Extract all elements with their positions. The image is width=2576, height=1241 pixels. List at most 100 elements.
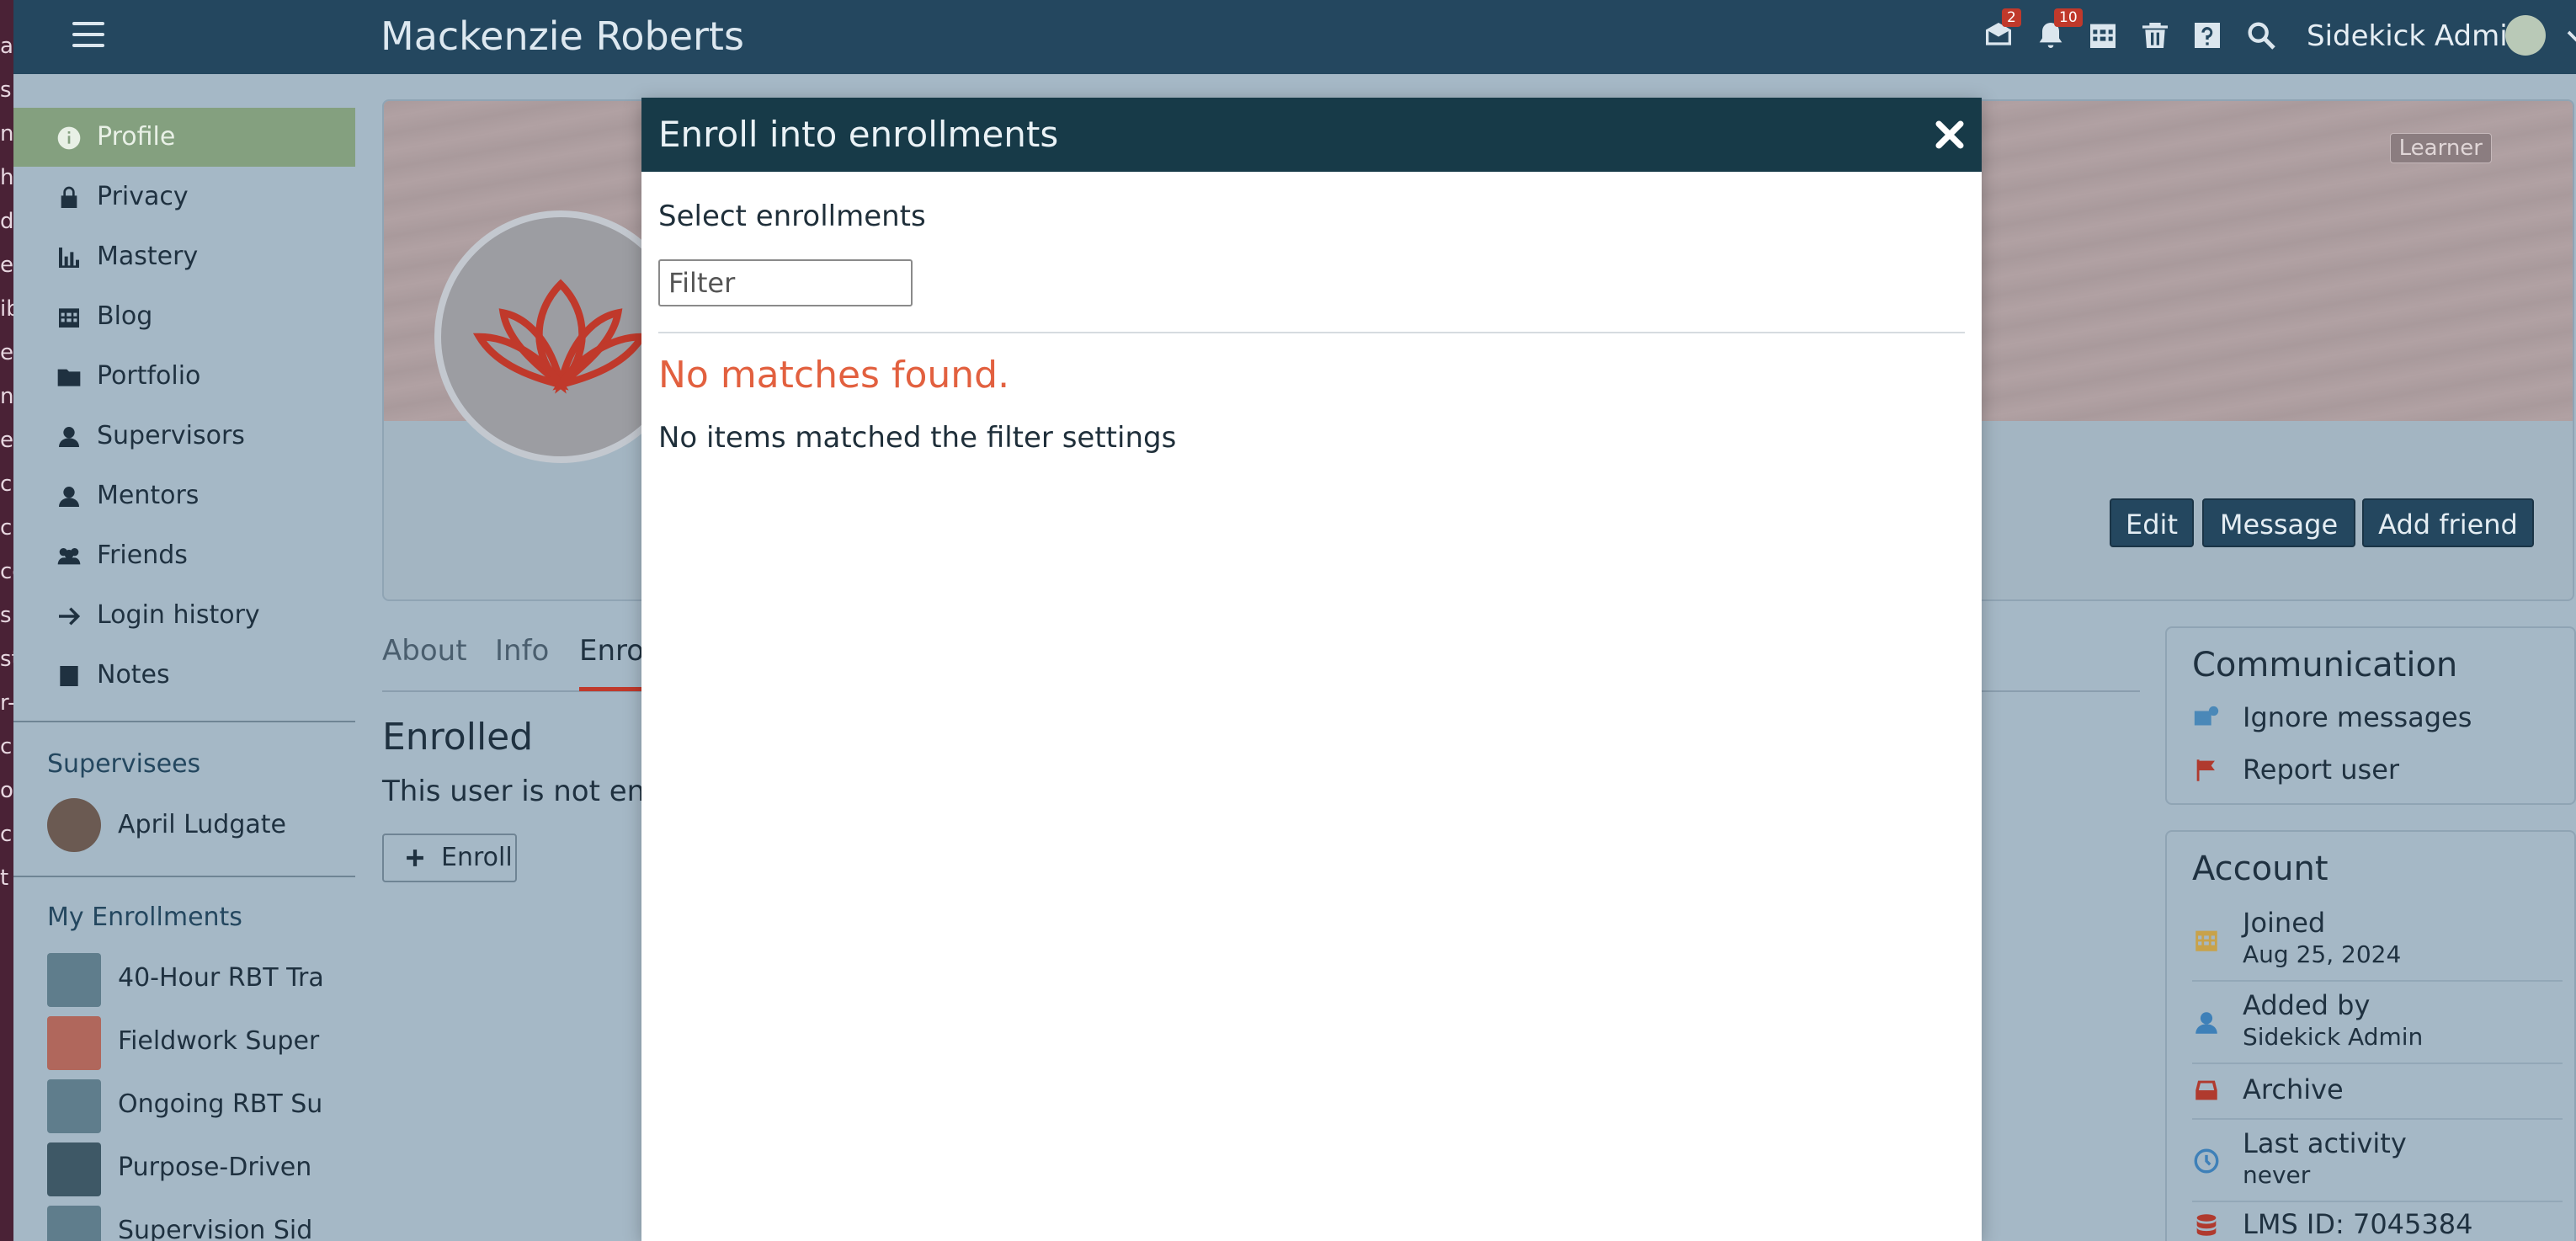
clock-icon — [2192, 1147, 2221, 1175]
background-text-fragment: d — [0, 209, 13, 234]
enrollment-thumbnail[interactable] — [47, 1016, 101, 1070]
sidebar-item-label: Blog — [97, 301, 153, 331]
sidebar-item-profile[interactable]: Profile — [13, 108, 355, 167]
edit-button[interactable]: Edit — [2110, 498, 2194, 547]
account-divider — [2192, 980, 2563, 982]
sidebar-item-friends[interactable]: Friends — [13, 526, 355, 585]
sidebar-item-mastery[interactable]: Mastery — [13, 227, 355, 286]
arrow-right-icon — [56, 603, 82, 630]
enrolled-heading: Enrolled — [382, 716, 534, 759]
chevron-down-icon[interactable] — [2564, 24, 2576, 49]
notifications-badge: 10 — [2054, 8, 2083, 27]
user-name[interactable]: Sidekick Admin — [2307, 17, 2525, 56]
add-friend-button[interactable]: Add friend — [2362, 498, 2534, 547]
enroll-button[interactable]: Enroll — [382, 834, 517, 882]
enrollment-item[interactable]: Fieldwork Super — [118, 1025, 319, 1058]
background-text-fragment: ac — [0, 34, 13, 59]
bar-chart-icon — [56, 244, 82, 271]
background-text-fragment: n — [0, 121, 13, 146]
filter-input[interactable] — [658, 259, 913, 306]
account-divider — [2192, 1063, 2563, 1064]
no-matches-text: No items matched the filter settings — [658, 421, 1177, 455]
modal-divider — [658, 332, 1965, 333]
page-title: Mackenzie Roberts — [381, 13, 744, 59]
avatar[interactable] — [47, 798, 101, 852]
last-activity-row: Last activity never — [2192, 1126, 2563, 1194]
trash-icon[interactable] — [2138, 19, 2172, 52]
sidebar-item-privacy[interactable]: Privacy — [13, 168, 355, 226]
enrollment-item[interactable]: Purpose-Driven — [118, 1151, 311, 1185]
message-button[interactable]: Message — [2202, 498, 2355, 547]
account-panel: Account Joined Aug 25, 2024 Added by Sid… — [2165, 830, 2576, 1241]
report-user-label: Report user — [2243, 754, 2400, 786]
ignore-messages-label: Ignore messages — [2243, 701, 2472, 733]
archive-link[interactable]: Archive — [2192, 1071, 2563, 1113]
modal-header: Enroll into enrollments — [641, 98, 1982, 172]
enrollment-thumbnail[interactable] — [47, 1206, 101, 1241]
background-text-fragment: c — [0, 471, 13, 497]
joined-label: Joined — [2243, 907, 2326, 939]
supervisee-name[interactable]: April Ludgate — [118, 808, 286, 842]
sidebar-item-blog[interactable]: Blog — [13, 287, 355, 346]
help-icon[interactable] — [2190, 19, 2224, 52]
joined-value: Aug 25, 2024 — [2243, 940, 2402, 968]
enrollment-item[interactable]: Supervision Sid — [118, 1214, 312, 1241]
sidebar: Profile Privacy Mastery Blog Portfolio S… — [13, 74, 355, 1241]
tab-about[interactable]: About — [382, 631, 467, 670]
background-text-fragment: t — [0, 866, 9, 891]
enrollment-thumbnail[interactable] — [47, 1142, 101, 1196]
added-by-label: Added by — [2243, 989, 2371, 1021]
sidebar-item-portfolio[interactable]: Portfolio — [13, 347, 355, 406]
sidebar-item-supervisors[interactable]: Supervisors — [13, 407, 355, 466]
tab-info[interactable]: Info — [495, 631, 549, 670]
sidebar-item-login-history[interactable]: Login history — [13, 586, 355, 645]
sidebar-item-notes[interactable]: Notes — [13, 646, 355, 705]
background-text-fragment: st- — [0, 647, 13, 672]
user-icon — [56, 483, 82, 510]
enrollment-item[interactable]: Ongoing RBT Su — [118, 1088, 322, 1121]
lock-icon — [56, 184, 82, 211]
background-text-fragment: s — [0, 77, 12, 103]
sidebar-item-label: Privacy — [97, 182, 189, 211]
messages-badge: 2 — [2002, 8, 2021, 27]
account-heading: Account — [2192, 850, 2329, 888]
enrollment-thumbnail[interactable] — [47, 953, 101, 1007]
account-divider — [2192, 1118, 2563, 1120]
enrolled-status-text: This user is not enro — [382, 775, 674, 808]
sidebar-divider — [13, 721, 355, 722]
folder-icon — [56, 364, 82, 391]
sidebar-item-mentors[interactable]: Mentors — [13, 466, 355, 525]
lms-id-row: LMS ID: 7045384 — [2192, 1207, 2563, 1241]
enrollment-item[interactable]: 40-Hour RBT Tra — [118, 961, 324, 995]
sidebar-item-label: Profile — [97, 122, 176, 152]
added-by-value[interactable]: Sidekick Admin — [2243, 1022, 2423, 1052]
enrollments-heading: My Enrollments — [47, 903, 242, 932]
background-text-fragment: er — [0, 340, 13, 365]
avatar[interactable] — [2505, 15, 2546, 56]
background-text-fragment: cl — [0, 734, 13, 759]
report-user-link[interactable]: Report user — [2192, 753, 2563, 788]
background-text-fragment: n — [0, 384, 13, 409]
role-badge: Learner — [2389, 133, 2492, 163]
top-navbar: Mackenzie Roberts 2 10 Sidekick Admin — [13, 0, 2576, 74]
enroll-button-label: Enroll — [441, 843, 513, 872]
user-icon — [56, 423, 82, 450]
supervisees-heading: Supervisees — [47, 749, 201, 779]
enrollment-thumbnail[interactable] — [47, 1079, 101, 1133]
user-icon — [2192, 1009, 2221, 1037]
menu-icon[interactable] — [72, 22, 104, 51]
database-icon — [2192, 1211, 2221, 1239]
added-by-row: Added by Sidekick Admin — [2192, 988, 2563, 1056]
search-icon[interactable] — [2244, 19, 2278, 52]
communication-heading: Communication — [2192, 646, 2458, 684]
no-matches-title: No matches found. — [658, 354, 1010, 397]
ignore-messages-icon — [2192, 704, 2221, 732]
app-window: acsnhcdeibernescciccsst-r-clorcht Macken… — [0, 0, 2576, 1241]
sidebar-item-label: Supervisors — [97, 421, 245, 450]
background-text-fragment: e — [0, 253, 13, 278]
ignore-messages-link[interactable]: Ignore messages — [2192, 700, 2563, 736]
sidebar-item-label: Friends — [97, 541, 188, 570]
calendar-icon[interactable] — [2086, 19, 2120, 52]
communication-panel: Communication Ignore messages Report use… — [2165, 626, 2576, 805]
close-icon[interactable] — [1931, 116, 1968, 153]
